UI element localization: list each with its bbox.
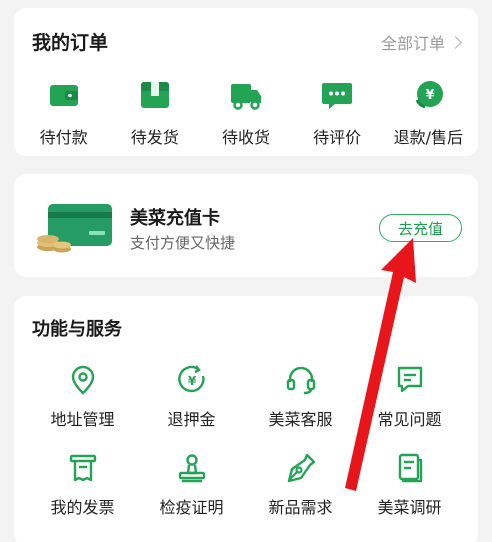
- order-pending-receipt[interactable]: 待收货: [203, 78, 289, 148]
- service-label: 地址管理: [50, 410, 115, 429]
- recharge-button[interactable]: 去充值: [379, 214, 462, 242]
- service-address[interactable]: 地址管理: [28, 364, 137, 430]
- order-label: 待发货: [130, 128, 179, 147]
- gift-card-image: [37, 204, 112, 253]
- service-customer-support[interactable]: 美菜客服: [246, 364, 355, 430]
- all-orders-link[interactable]: 全部订单: [380, 30, 462, 54]
- order-pending-review[interactable]: 待评价: [294, 78, 380, 148]
- survey-icon: [398, 453, 422, 483]
- deposit-refund-icon: ¥: [177, 365, 205, 393]
- pen-nib-icon: [287, 453, 315, 483]
- truck-icon: [230, 84, 261, 110]
- order-label: 待评价: [313, 128, 362, 147]
- services-title: 功能与服务: [32, 319, 122, 340]
- service-new-product-request[interactable]: 新品需求: [246, 452, 355, 518]
- recharge-card: 美菜充值卡 支付方便又快捷 去充值: [14, 174, 478, 277]
- invoice-icon: [69, 454, 96, 482]
- recharge-subtitle: 支付方便又快捷: [130, 234, 236, 252]
- service-quarantine-cert[interactable]: 检疫证明: [137, 452, 246, 518]
- chat-bubble-icon: [322, 83, 353, 109]
- order-pending-shipment[interactable]: 待发货: [112, 78, 198, 148]
- service-label: 美菜客服: [268, 410, 333, 429]
- service-label: 新品需求: [268, 498, 333, 517]
- service-deposit-refund[interactable]: ¥ 退押金: [137, 364, 246, 430]
- order-label: 待收货: [221, 128, 270, 147]
- location-pin-icon: [71, 365, 94, 395]
- service-label: 常见问题: [377, 410, 442, 429]
- order-refund-aftersale[interactable]: ¥ 退款/售后: [385, 78, 471, 148]
- orders-title: 我的订单: [32, 32, 109, 54]
- order-pending-payment[interactable]: 待付款: [21, 78, 107, 148]
- service-faq[interactable]: 常见问题: [355, 364, 464, 430]
- wallet-icon: [49, 85, 78, 106]
- svg-text:¥: ¥: [426, 88, 435, 103]
- service-label: 退押金: [167, 410, 216, 429]
- all-orders-label: 全部订单: [380, 34, 445, 53]
- recharge-title: 美菜充值卡: [130, 208, 220, 229]
- svg-text:¥: ¥: [187, 374, 196, 388]
- headset-icon: [286, 366, 315, 395]
- service-survey[interactable]: 美菜调研: [355, 452, 464, 518]
- stamp-icon: [178, 454, 205, 483]
- service-label: 检疫证明: [159, 498, 224, 517]
- services-card: 功能与服务 地址管理 ¥ 退押金 美菜客服 常见问题 我的发票 检疫证明 新品需…: [14, 296, 478, 542]
- refund-yen-icon: ¥: [415, 81, 444, 109]
- package-icon: [140, 82, 169, 108]
- service-label: 美菜调研: [377, 498, 442, 517]
- service-label: 我的发票: [50, 498, 115, 517]
- chevron-right-icon: [449, 35, 462, 49]
- service-invoice[interactable]: 我的发票: [28, 452, 137, 518]
- faq-message-icon: [397, 366, 422, 393]
- my-orders-card: 我的订单 全部订单 待付款 待发货 待收货 待评价 ¥ 退款/售后: [14, 8, 478, 156]
- order-label: 待付款: [39, 128, 88, 147]
- order-label: 退款/售后: [393, 128, 464, 147]
